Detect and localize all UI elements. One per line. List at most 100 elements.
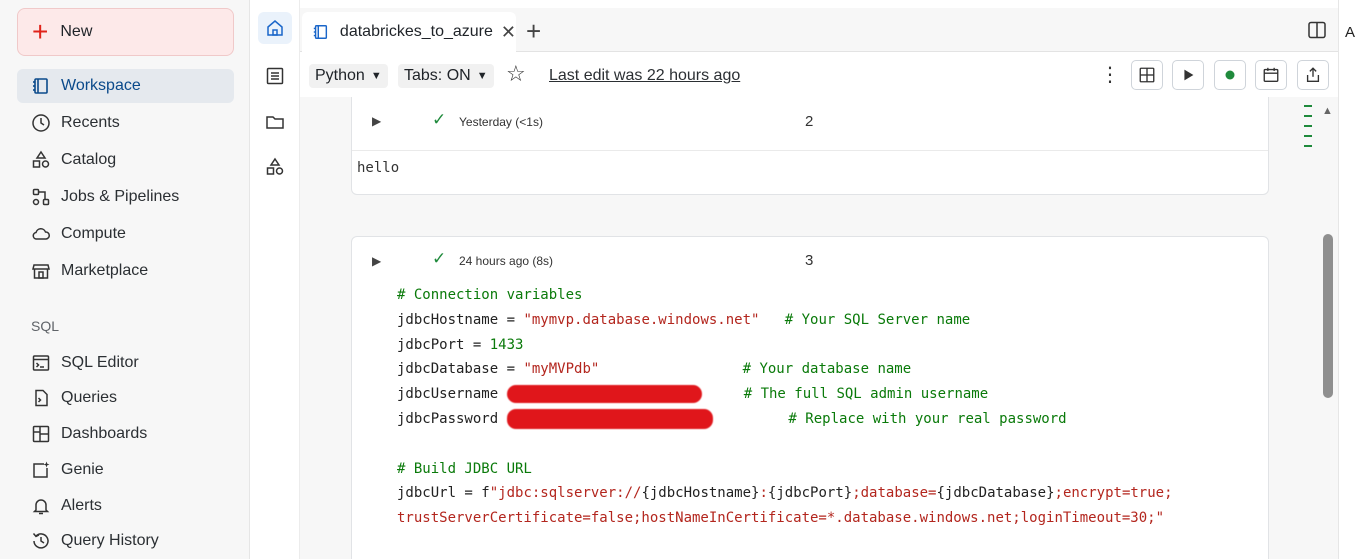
sidebar-item-catalog[interactable]: Catalog <box>17 143 234 177</box>
right-panel-label: A <box>1345 24 1356 41</box>
close-icon[interactable]: ✕ <box>501 22 516 43</box>
notebook-cell[interactable]: ▶ ✓ 24 hours ago (8s) 3 # Connection var… <box>351 236 1269 559</box>
store-icon <box>31 261 51 281</box>
dashboard-icon <box>31 424 51 444</box>
genie-icon <box>31 460 51 480</box>
status-dot-icon <box>1225 70 1235 80</box>
notebook-side-rail <box>250 0 300 559</box>
sidebar-item-label: Catalog <box>61 151 117 168</box>
panel-toggle-icon[interactable] <box>1307 20 1327 40</box>
workspace-icon <box>31 76 51 96</box>
sidebar-item-label: Query History <box>61 532 159 549</box>
notebook-cell[interactable]: ▶ ✓ Yesterday (<1s) 2 hello <box>351 97 1269 195</box>
sidebar-item-sql-editor[interactable]: SQL Editor <box>17 346 234 380</box>
add-tab-button[interactable]: + <box>526 18 541 44</box>
calendar-icon <box>1263 67 1279 82</box>
cell-run-status: 24 hours ago (8s) <box>459 254 554 268</box>
code-line: jdbcPassword # Replace with your real pa… <box>397 408 1067 429</box>
tab-notebook[interactable]: databrickes_to_azure ✕ <box>302 12 516 52</box>
tabs-setting-value: Tabs: ON <box>404 67 471 84</box>
tab-title: databrickes_to_azure <box>339 23 493 40</box>
chevron-down-icon: ▼ <box>370 70 382 82</box>
layout-button[interactable] <box>1131 60 1163 90</box>
cell-number: 3 <box>805 252 814 269</box>
right-panel-edge: A <box>1338 0 1358 559</box>
new-button[interactable]: + New <box>17 8 234 56</box>
bell-icon <box>31 496 51 516</box>
compute-status-button[interactable] <box>1214 60 1246 90</box>
sidebar-item-query-history[interactable]: Query History <box>17 524 234 558</box>
sidebar-item-label: Jobs & Pipelines <box>61 188 180 205</box>
sidebar-item-label: Alerts <box>61 497 102 514</box>
cell-number: 2 <box>805 113 814 130</box>
code-line: jdbcUsername # The full SQL admin userna… <box>397 385 989 404</box>
run-all-button[interactable] <box>1172 60 1204 90</box>
home-icon[interactable] <box>258 12 292 44</box>
code-line: # Connection variables <box>397 287 583 303</box>
share-icon <box>1306 67 1320 82</box>
catalog-icon <box>31 150 51 170</box>
last-edit-link[interactable]: Last edit was 22 hours ago <box>549 67 740 85</box>
queries-icon <box>31 388 51 408</box>
sidebar-item-label: SQL Editor <box>61 354 139 371</box>
code-line: jdbcUrl = f"jdbc:sqlserver://{jdbcHostna… <box>397 485 1173 502</box>
folder-icon[interactable] <box>263 110 287 134</box>
notebook-canvas: ▶ ✓ Yesterday (<1s) 2 hello ▶ ✓ 24 hours… <box>300 97 1338 559</box>
sidebar-item-label: Dashboards <box>61 425 148 442</box>
sidebar-item-queries[interactable]: Queries <box>17 381 234 415</box>
cell-run-status: Yesterday (<1s) <box>459 115 543 129</box>
code-line: trustServerCertificate=false;hostNameInC… <box>397 510 1165 527</box>
scrollbar-thumb[interactable] <box>1323 234 1333 398</box>
cell-output: hello <box>352 150 1268 185</box>
sql-editor-icon <box>31 353 51 373</box>
more-options-icon[interactable]: ⋮ <box>1100 65 1120 85</box>
run-cell-icon[interactable]: ▶ <box>372 114 381 128</box>
sidebar-item-recents[interactable]: Recents <box>17 106 234 140</box>
run-cell-icon[interactable]: ▶ <box>372 254 381 268</box>
scroll-up-arrow[interactable]: ▲ <box>1322 105 1333 117</box>
sidebar-item-marketplace[interactable]: Marketplace <box>17 254 234 288</box>
new-button-label: New <box>60 23 93 40</box>
sidebar-item-label: Recents <box>61 114 120 131</box>
star-icon[interactable]: ☆ <box>506 61 526 87</box>
code-line: jdbcHostname = "mymvp.database.windows.n… <box>397 311 971 328</box>
table-of-contents-icon[interactable] <box>263 64 287 88</box>
catalog-icon[interactable] <box>263 155 287 179</box>
sidebar-item-label: Compute <box>61 225 126 242</box>
share-button[interactable] <box>1297 60 1329 90</box>
plus-icon: + <box>32 16 49 47</box>
clock-icon <box>31 113 51 133</box>
check-icon: ✓ <box>432 249 447 268</box>
left-sidebar: + New Workspace Recents Catalog Jobs & P… <box>0 0 250 559</box>
cloud-icon <box>31 224 51 244</box>
play-icon <box>1184 69 1194 81</box>
layout-icon <box>1139 67 1155 83</box>
redaction-scribble <box>506 408 713 429</box>
sidebar-item-compute[interactable]: Compute <box>17 217 234 251</box>
notebook-minimap[interactable] <box>1304 105 1314 155</box>
language-value: Python <box>315 67 365 84</box>
notebook-toolbar: Python ▼ Tabs: ON ▼ ☆ Last edit was 22 h… <box>300 53 1338 97</box>
tabs-setting-dropdown[interactable]: Tabs: ON ▼ <box>398 64 494 88</box>
sidebar-item-label: Genie <box>61 461 104 478</box>
language-dropdown[interactable]: Python ▼ <box>309 64 388 88</box>
sql-section-label: SQL <box>31 318 60 334</box>
tab-bar: databrickes_to_azure ✕ + <box>300 8 1338 52</box>
schedule-button[interactable] <box>1255 60 1287 90</box>
code-line: jdbcDatabase = "myMVPdb" # Your database… <box>397 361 912 378</box>
history-icon <box>31 531 51 551</box>
sidebar-item-workspace[interactable]: Workspace <box>17 69 234 103</box>
chevron-down-icon: ▼ <box>476 70 488 82</box>
code-editor[interactable]: # Connection variables jdbcHostname = "m… <box>352 283 1268 531</box>
sidebar-item-label: Workspace <box>61 77 141 94</box>
redaction-scribble <box>506 385 702 404</box>
code-line: # Build JDBC URL <box>397 460 532 477</box>
check-icon: ✓ <box>432 110 447 129</box>
sidebar-item-genie[interactable]: Genie <box>17 453 234 487</box>
sidebar-item-dashboards[interactable]: Dashboards <box>17 417 234 451</box>
sidebar-item-label: Marketplace <box>61 262 149 279</box>
jobs-icon <box>31 187 51 207</box>
sidebar-item-alerts[interactable]: Alerts <box>17 489 234 523</box>
sidebar-item-jobs-pipelines[interactable]: Jobs & Pipelines <box>17 180 234 214</box>
